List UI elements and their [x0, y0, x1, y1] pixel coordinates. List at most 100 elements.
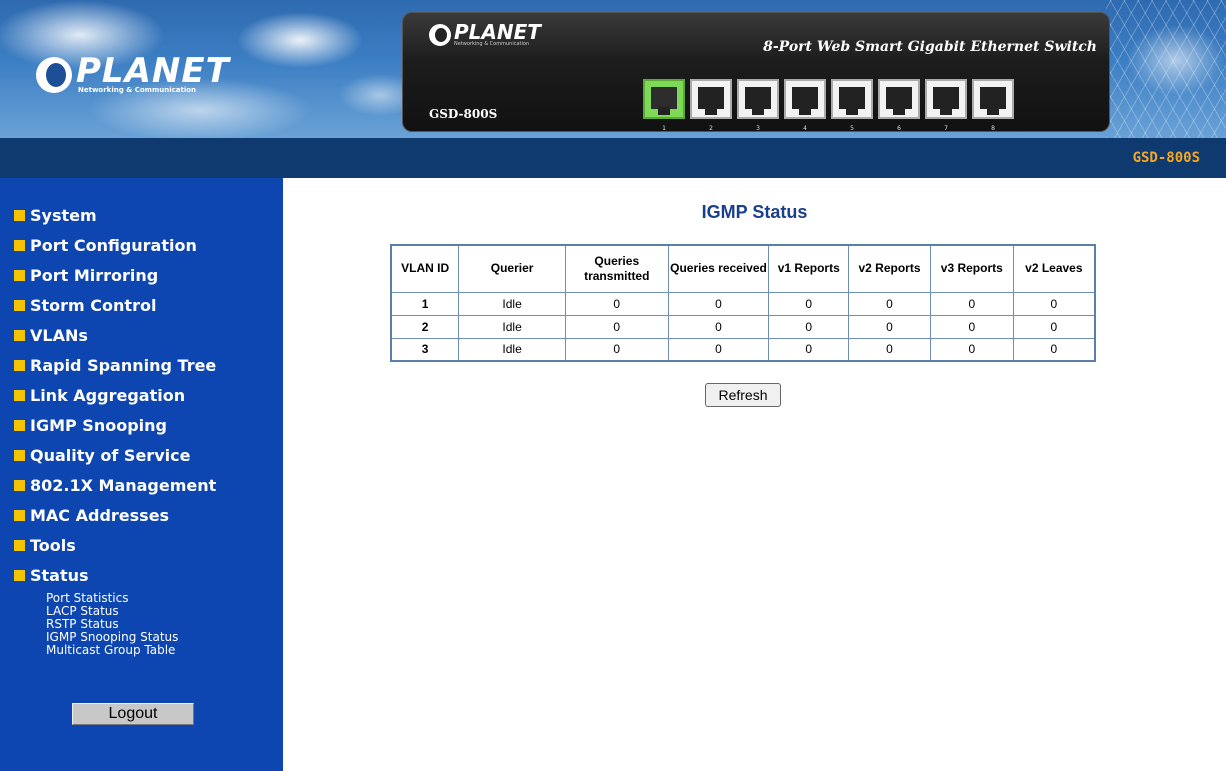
port-number: 5 — [850, 125, 854, 132]
refresh-button[interactable]: Refresh — [705, 383, 781, 407]
table-cell: Idle — [458, 337, 566, 362]
submenu-item-multicast-group-table[interactable]: Multicast Group Table — [46, 644, 178, 657]
port-5[interactable]: 5 — [831, 79, 873, 132]
table-cell: 0 — [768, 314, 850, 339]
vlan-id-cell: 2 — [390, 314, 460, 339]
sidebar-item-label: System — [30, 205, 97, 225]
sidebar-item-link-aggregation[interactable]: Link Aggregation — [14, 380, 216, 410]
brand-logo-icon — [36, 57, 72, 93]
table-cell: 0 — [564, 314, 669, 339]
table-cell: 0 — [564, 337, 669, 362]
table-cell: 0 — [564, 291, 669, 316]
column-header: v2 Reports — [848, 244, 931, 293]
vlan-id-cell: 1 — [390, 291, 460, 316]
port-8[interactable]: 8 — [972, 79, 1014, 132]
sidebar-item-tools[interactable]: Tools — [14, 530, 216, 560]
sidebar-item-igmp-snooping[interactable]: IGMP Snooping — [14, 410, 216, 440]
sidebar-item-system[interactable]: System — [14, 200, 216, 230]
bullet-square-icon — [14, 269, 25, 281]
table-cell: Idle — [458, 291, 566, 316]
header-bar: GSD-800S — [0, 138, 1226, 178]
banner-right-art — [1106, 0, 1226, 138]
table-row: 2 Idle 0 0 0 0 0 0 — [390, 314, 1096, 339]
port-number: 3 — [756, 125, 760, 132]
status-submenu: Port Statistics LACP Status RSTP Status … — [46, 592, 178, 657]
port-1[interactable]: 1 — [643, 79, 685, 132]
sidebar-item-8021x-management[interactable]: 802.1X Management — [14, 470, 216, 500]
device-logo: PLANET Networking & Communication — [429, 20, 541, 47]
bullet-square-icon — [14, 209, 25, 221]
bullet-square-icon — [14, 539, 25, 551]
table-cell: 0 — [848, 337, 931, 362]
sidebar-item-rapid-spanning-tree[interactable]: Rapid Spanning Tree — [14, 350, 216, 380]
table-cell: 0 — [667, 314, 770, 339]
table-cell: 0 — [768, 291, 850, 316]
bullet-square-icon — [14, 569, 25, 581]
port-4[interactable]: 4 — [784, 79, 826, 132]
bullet-square-icon — [14, 419, 25, 431]
sidebar-item-label: Tools — [30, 535, 76, 555]
ethernet-port-icon — [933, 87, 959, 115]
logout-button[interactable]: Logout — [72, 703, 194, 725]
brand-logo: PLANET Networking & Communication — [36, 51, 230, 94]
header-model-label: GSD-800S — [1132, 150, 1200, 166]
device-description: 8-Port Web Smart Gigabit Ethernet Switch — [763, 39, 1097, 55]
ethernet-port-icon — [792, 87, 818, 115]
bullet-square-icon — [14, 449, 25, 461]
port-2[interactable]: 2 — [690, 79, 732, 132]
port-panel: 1 2 3 4 5 6 7 8 — [643, 79, 1014, 132]
table-cell: 0 — [768, 337, 850, 362]
device-brand: PLANET — [454, 20, 541, 44]
sidebar-item-label: IGMP Snooping — [30, 415, 167, 435]
table-cell: 0 — [848, 314, 931, 339]
bullet-square-icon — [14, 239, 25, 251]
table-cell: 0 — [848, 291, 931, 316]
igmp-status-table: VLAN ID Querier Queries transmitted Quer… — [390, 244, 1096, 362]
table-cell: 0 — [1012, 337, 1096, 362]
sidebar-item-port-mirroring[interactable]: Port Mirroring — [14, 260, 216, 290]
ethernet-port-icon — [698, 87, 724, 115]
sidebar-item-vlans[interactable]: VLANs — [14, 320, 216, 350]
port-number: 2 — [709, 125, 713, 132]
sidebar-menu: System Port Configuration Port Mirroring… — [14, 200, 216, 590]
bullet-square-icon — [14, 509, 25, 521]
port-3[interactable]: 3 — [737, 79, 779, 132]
main-content: IGMP Status VLAN ID Querier Queries tran… — [283, 178, 1226, 771]
table-row: 1 Idle 0 0 0 0 0 0 — [390, 291, 1096, 316]
column-header: Queries transmitted — [564, 244, 669, 293]
column-header: Queries received — [667, 244, 770, 293]
sidebar-item-label: MAC Addresses — [30, 505, 170, 525]
port-number: 7 — [944, 125, 948, 132]
table-cell: 0 — [667, 337, 770, 362]
sidebar-item-label: 802.1X Management — [30, 475, 217, 495]
device-tagline: Networking & Communication — [454, 41, 530, 47]
column-header: Querier — [458, 244, 566, 293]
sidebar-item-quality-of-service[interactable]: Quality of Service — [14, 440, 216, 470]
table-cell: Idle — [458, 314, 566, 339]
ethernet-port-icon — [886, 87, 912, 115]
bullet-square-icon — [14, 479, 25, 491]
sidebar-item-storm-control[interactable]: Storm Control — [14, 290, 216, 320]
ethernet-port-icon — [651, 87, 677, 115]
port-6[interactable]: 6 — [878, 79, 920, 132]
table-header-row: VLAN ID Querier Queries transmitted Quer… — [390, 244, 1096, 293]
table-cell: 0 — [929, 314, 1014, 339]
column-header: v3 Reports — [929, 244, 1014, 293]
sidebar-item-mac-addresses[interactable]: MAC Addresses — [14, 500, 216, 530]
sidebar: System Port Configuration Port Mirroring… — [0, 178, 283, 771]
sidebar-item-label: VLANs — [30, 325, 88, 345]
port-number: 1 — [662, 125, 666, 132]
sidebar-item-label: Storm Control — [30, 295, 157, 315]
sidebar-item-label: Port Configuration — [30, 235, 197, 255]
bullet-square-icon — [14, 389, 25, 401]
device-model: GSD-800S — [429, 107, 498, 121]
port-number: 6 — [897, 125, 901, 132]
sidebar-item-label: Status — [30, 565, 89, 585]
sidebar-item-label: Quality of Service — [30, 445, 191, 465]
brand-name: PLANET — [76, 51, 230, 91]
port-7[interactable]: 7 — [925, 79, 967, 132]
bullet-square-icon — [14, 329, 25, 341]
sidebar-item-status[interactable]: Status — [14, 560, 216, 590]
sidebar-item-port-configuration[interactable]: Port Configuration — [14, 230, 216, 260]
table-cell: 0 — [929, 291, 1014, 316]
